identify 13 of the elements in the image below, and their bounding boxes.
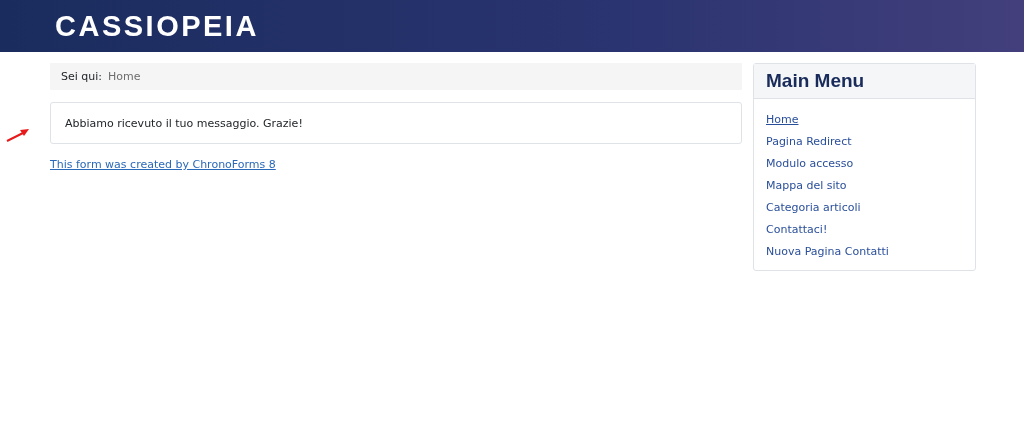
menu-link[interactable]: Categoria articoli: [766, 200, 861, 216]
menu-link[interactable]: Modulo accesso: [766, 156, 854, 172]
menu-link[interactable]: Home: [766, 112, 799, 128]
menu-link[interactable]: Mappa del sito: [766, 178, 847, 194]
menu-title: Main Menu: [754, 64, 975, 99]
site-logo[interactable]: CASSIOPEIA: [55, 9, 259, 43]
breadcrumb-label: Sei qui:: [61, 70, 103, 83]
menu-link[interactable]: Pagina Redirect: [766, 134, 852, 150]
success-message: Abbiamo ricevuto il tuo messaggio. Grazie!: [50, 102, 742, 144]
menu-link[interactable]: Contattaci!: [766, 222, 828, 238]
menu-link[interactable]: Nuova Pagina Contatti: [766, 244, 889, 260]
breadcrumb-link[interactable]: Home: [108, 70, 141, 83]
credit-link[interactable]: This form was created by ChronoForms 8: [50, 158, 276, 171]
